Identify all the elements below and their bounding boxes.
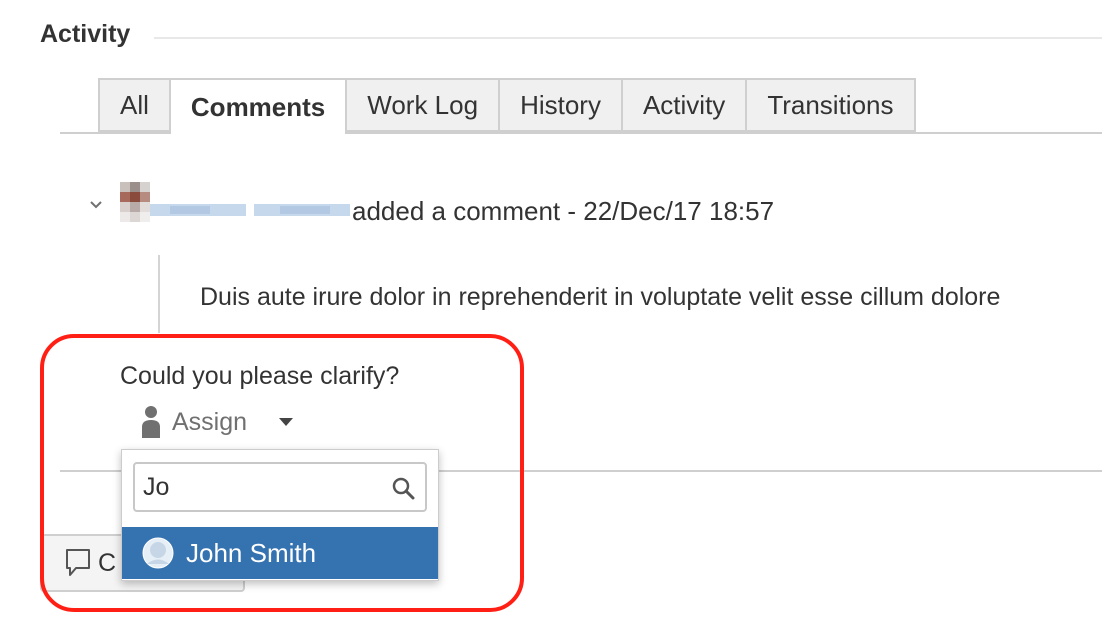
tab-comments[interactable]: Comments (168, 78, 346, 134)
comment-button-label: C (98, 548, 117, 577)
user-option[interactable]: John Smith (122, 527, 438, 579)
comment-body: Duis aute irure dolor in reprehenderit i… (200, 283, 1001, 311)
assign-dropdown-trigger[interactable]: Assign (140, 402, 294, 442)
user-search-input[interactable] (143, 470, 383, 504)
user-avatar-icon (142, 537, 174, 569)
tab-work-log[interactable]: Work Log (345, 78, 499, 132)
user-icon (142, 406, 160, 438)
user-search-field[interactable] (133, 462, 427, 512)
comment-thread-line (158, 255, 160, 333)
comment-action-text: added a comment - 22/Dec/17 18:57 (352, 196, 775, 226)
user-option-label: John Smith (186, 537, 317, 568)
speech-bubble-icon (66, 549, 90, 576)
tab-all[interactable]: All (98, 78, 169, 132)
activity-tabs: All Comments Work Log History Activity T… (98, 78, 916, 134)
search-icon (392, 477, 415, 500)
tab-activity[interactable]: Activity (620, 78, 746, 132)
caret-down-icon (279, 418, 294, 426)
task-text: Could you please clarify? (120, 362, 400, 390)
tab-history[interactable]: History (498, 78, 621, 132)
assignee-picker-dropdown: John Smith (121, 449, 439, 581)
assign-label: Assign (172, 407, 248, 436)
user-name-link[interactable] (150, 196, 350, 224)
title-divider (154, 37, 1102, 39)
chevron-down-icon[interactable] (88, 197, 104, 213)
activity-section-title: Activity (40, 20, 131, 48)
tab-transitions[interactable]: Transitions (745, 78, 916, 132)
